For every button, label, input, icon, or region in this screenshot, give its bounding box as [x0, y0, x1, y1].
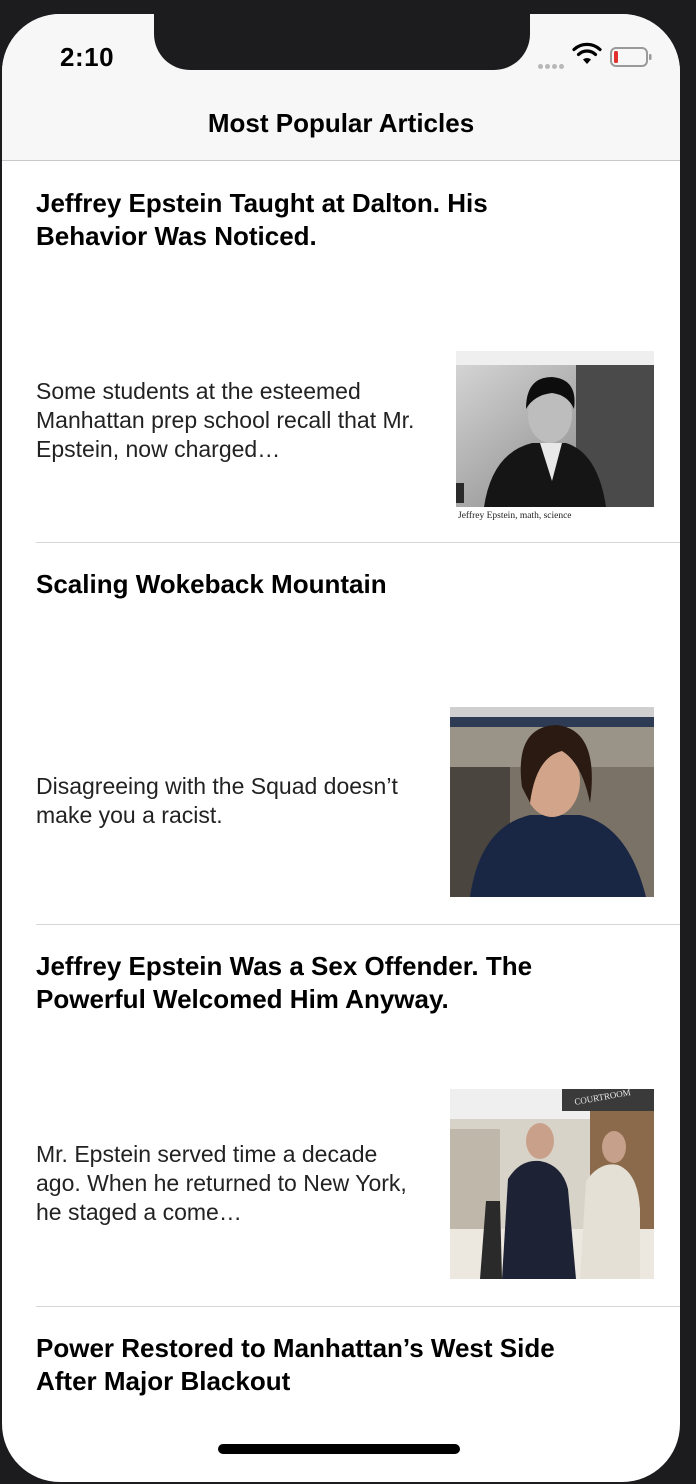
wifi-icon [572, 42, 602, 64]
nav-title: Most Popular Articles [207, 108, 475, 138]
article-row[interactable]: Jeffrey Epstein Taught at Dalton. His Be… [2, 161, 680, 543]
courthouse-photo [450, 1089, 654, 1279]
article-title: Scaling Wokeback Mountain [36, 569, 387, 599]
article-title: Jeffrey Epstein Taught at Dalton. His Be… [36, 188, 488, 251]
status-time: 2:10 [60, 42, 115, 72]
article-thumbnail: COURTROOM [450, 1089, 654, 1279]
article-row[interactable]: Scaling Wokeback Mountain Disagreeing wi… [2, 542, 680, 925]
navigation-bar: Most Popular Articles [2, 98, 680, 161]
cellular-signal-icon [538, 56, 568, 69]
article-abstract: Disagreeing with the Squad doesn’t make … [36, 773, 398, 828]
device-frame: 2:10 Most Popular Articles Jeffrey Epste… [0, 0, 696, 1484]
battery-icon [610, 47, 652, 67]
article-thumbnail: Jeffrey Epstein, math, science [456, 351, 654, 529]
portrait-photo [450, 707, 654, 897]
article-abstract: Some students at the esteemed Manhattan … [36, 378, 415, 462]
article-abstract: Mr. Epstein served time a decade ago. Wh… [36, 1141, 407, 1225]
article-thumbnail [450, 707, 654, 897]
status-bar: 2:10 [2, 14, 680, 98]
article-row[interactable]: Power Restored to Manhattan’s West Side … [2, 1306, 680, 1466]
article-title: Power Restored to Manhattan’s West Side … [36, 1333, 555, 1396]
home-indicator[interactable] [218, 1444, 460, 1454]
portrait-photo [456, 351, 654, 507]
article-title: Jeffrey Epstein Was a Sex Offender. The … [36, 951, 533, 1014]
device-notch [154, 14, 530, 70]
article-row[interactable]: Jeffrey Epstein Was a Sex Offender. The … [2, 924, 680, 1307]
app-screen: 2:10 Most Popular Articles Jeffrey Epste… [2, 14, 680, 1482]
article-list[interactable]: Jeffrey Epstein Taught at Dalton. His Be… [2, 161, 680, 1466]
thumbnail-caption: Jeffrey Epstein, math, science [458, 511, 572, 521]
